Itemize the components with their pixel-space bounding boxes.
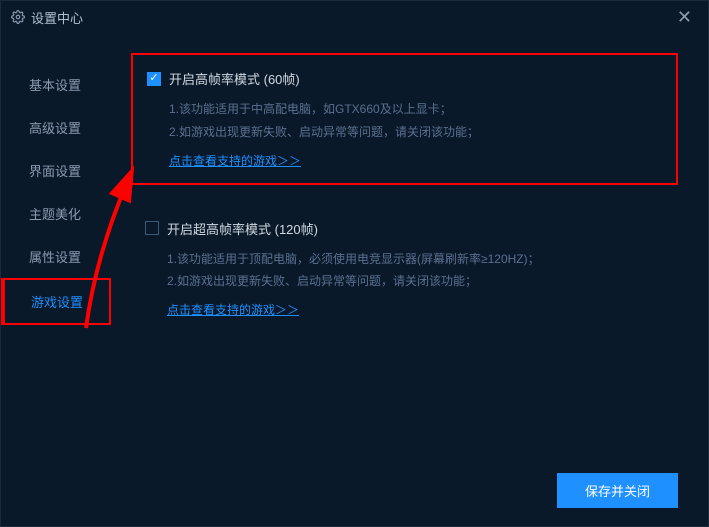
high-fps-link[interactable]: 点击查看支持的游戏＞＞ <box>169 152 301 169</box>
sidebar-item-ui[interactable]: 界面设置 <box>1 149 111 192</box>
high-fps-desc2: 2.如游戏出现更新失败、启动异常等问题，请关闭该功能； <box>169 121 658 144</box>
ultra-fps-checkbox[interactable] <box>145 221 159 235</box>
gear-icon <box>11 10 25 24</box>
ultra-fps-checkbox-row: 开启超高帧率模式 (120帧) <box>145 219 660 238</box>
save-close-button[interactable]: 保存并关闭 <box>557 473 678 508</box>
titlebar: 设置中心 ✕ <box>1 1 708 33</box>
ultra-fps-desc1: 1.该功能适用于顶配电脑，必须使用电竞显示器(屏幕刷新率≥120HZ)； <box>167 248 660 271</box>
high-fps-checkbox[interactable] <box>147 72 161 86</box>
window-title: 设置中心 <box>31 8 83 27</box>
content-area: 开启高帧率模式 (60帧) 1.该功能适用于中高配电脑，如GTX660及以上显卡… <box>111 33 708 466</box>
sidebar: 基本设置 高级设置 界面设置 主题美化 属性设置 游戏设置 <box>1 33 111 466</box>
high-fps-label: 开启高帧率模式 (60帧) <box>169 69 300 88</box>
sidebar-item-label: 属性设置 <box>29 250 81 265</box>
ultra-fps-link[interactable]: 点击查看支持的游戏＞＞ <box>167 301 299 318</box>
ultra-fps-desc2: 2.如游戏出现更新失败、启动异常等问题，请关闭该功能； <box>167 270 660 293</box>
ultra-fps-label: 开启超高帧率模式 (120帧) <box>167 219 318 238</box>
sidebar-item-label: 主题美化 <box>29 207 81 222</box>
close-icon[interactable]: ✕ <box>671 5 698 30</box>
sidebar-item-label: 界面设置 <box>29 164 81 179</box>
sidebar-item-label: 高级设置 <box>29 121 81 136</box>
sidebar-item-property[interactable]: 属性设置 <box>1 235 111 278</box>
sidebar-item-game[interactable]: 游戏设置 <box>1 278 111 325</box>
high-fps-section: 开启高帧率模式 (60帧) 1.该功能适用于中高配电脑，如GTX660及以上显卡… <box>131 53 678 185</box>
sidebar-item-theme[interactable]: 主题美化 <box>1 192 111 235</box>
sidebar-item-advanced[interactable]: 高级设置 <box>1 106 111 149</box>
sidebar-item-label: 基本设置 <box>29 78 81 93</box>
ultra-fps-section: 开启超高帧率模式 (120帧) 1.该功能适用于顶配电脑，必须使用电竞显示器(屏… <box>131 205 678 333</box>
sidebar-item-label: 游戏设置 <box>31 295 83 310</box>
high-fps-desc1: 1.该功能适用于中高配电脑，如GTX660及以上显卡； <box>169 98 658 121</box>
sidebar-item-basic[interactable]: 基本设置 <box>1 63 111 106</box>
settings-window: 设置中心 ✕ 基本设置 高级设置 界面设置 主题美化 属性设置 游戏设置 开启高… <box>0 0 709 527</box>
footer: 保存并关闭 <box>557 473 678 508</box>
high-fps-checkbox-row: 开启高帧率模式 (60帧) <box>147 69 658 88</box>
window-body: 基本设置 高级设置 界面设置 主题美化 属性设置 游戏设置 开启高帧率模式 (6… <box>1 33 708 466</box>
